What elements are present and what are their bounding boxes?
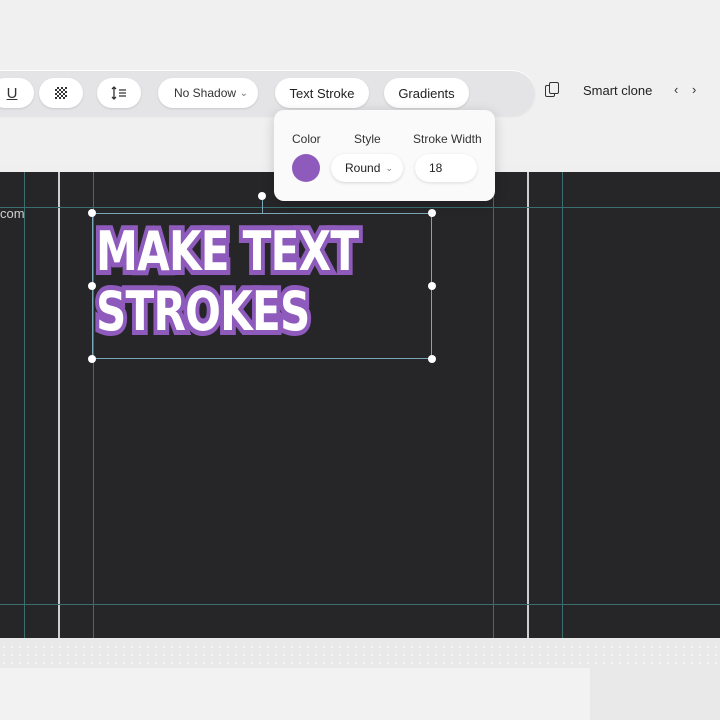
copy-button[interactable] [545,82,559,97]
line-spacing-button[interactable] [97,78,141,108]
copy-icon [545,82,559,97]
prev-arrow-icon[interactable]: ‹ [674,82,678,97]
gradients-label: Gradients [398,85,455,101]
guide-line [24,172,25,638]
text-stroke-button[interactable]: Text Stroke [275,78,369,108]
underline-icon: U [6,84,18,102]
style-label: Style [354,132,381,146]
stroke-width-input[interactable] [415,154,477,182]
guide-line [562,172,563,638]
chevron-down-icon: ⌄ [385,162,393,173]
shadow-select[interactable]: No Shadow ⌄ [158,78,258,108]
url-text-fragment[interactable]: com [0,206,25,221]
text-stroke-label: Text Stroke [289,85,355,101]
transparency-button[interactable] [39,78,83,108]
resize-handle-top-left[interactable] [88,209,96,217]
resize-handle-left[interactable] [88,282,96,290]
stroke-color-swatch[interactable] [292,154,320,182]
checkerboard-icon [55,87,67,99]
resize-handle-top-right[interactable] [428,209,436,217]
text-stroke-popover: Color Style Stroke Width Round ⌄ [274,110,495,201]
smart-clone-button[interactable]: Smart clone [583,83,652,98]
color-label: Color [292,132,321,146]
guide-line [0,604,720,605]
stroked-text-element[interactable]: MAKE TEXT STROKES [92,217,363,347]
shadow-select-value: No Shadow [174,86,237,100]
rotate-handle[interactable] [258,192,266,200]
stroke-style-select[interactable]: Round ⌄ [331,154,403,182]
text-line-2: STROKES [92,277,314,347]
bottom-panel [0,668,590,720]
text-line-1: MAKE TEXT [92,217,363,287]
stroke-width-label: Stroke Width [413,132,482,146]
underline-button[interactable]: U [0,78,34,108]
dot-pattern [0,643,720,665]
guide-line [0,207,720,208]
frame-edge [58,172,60,638]
line-spacing-icon [111,86,126,100]
resize-handle-bottom-left[interactable] [88,355,96,363]
frame-edge [527,172,529,638]
resize-handle-bottom-right[interactable] [428,355,436,363]
resize-handle-right[interactable] [428,282,436,290]
stroke-style-value: Round [345,161,381,175]
chevron-down-icon: ⌄ [239,87,248,99]
guide-line [493,172,494,638]
gradients-button[interactable]: Gradients [384,78,469,108]
next-arrow-icon[interactable]: › [692,82,696,97]
